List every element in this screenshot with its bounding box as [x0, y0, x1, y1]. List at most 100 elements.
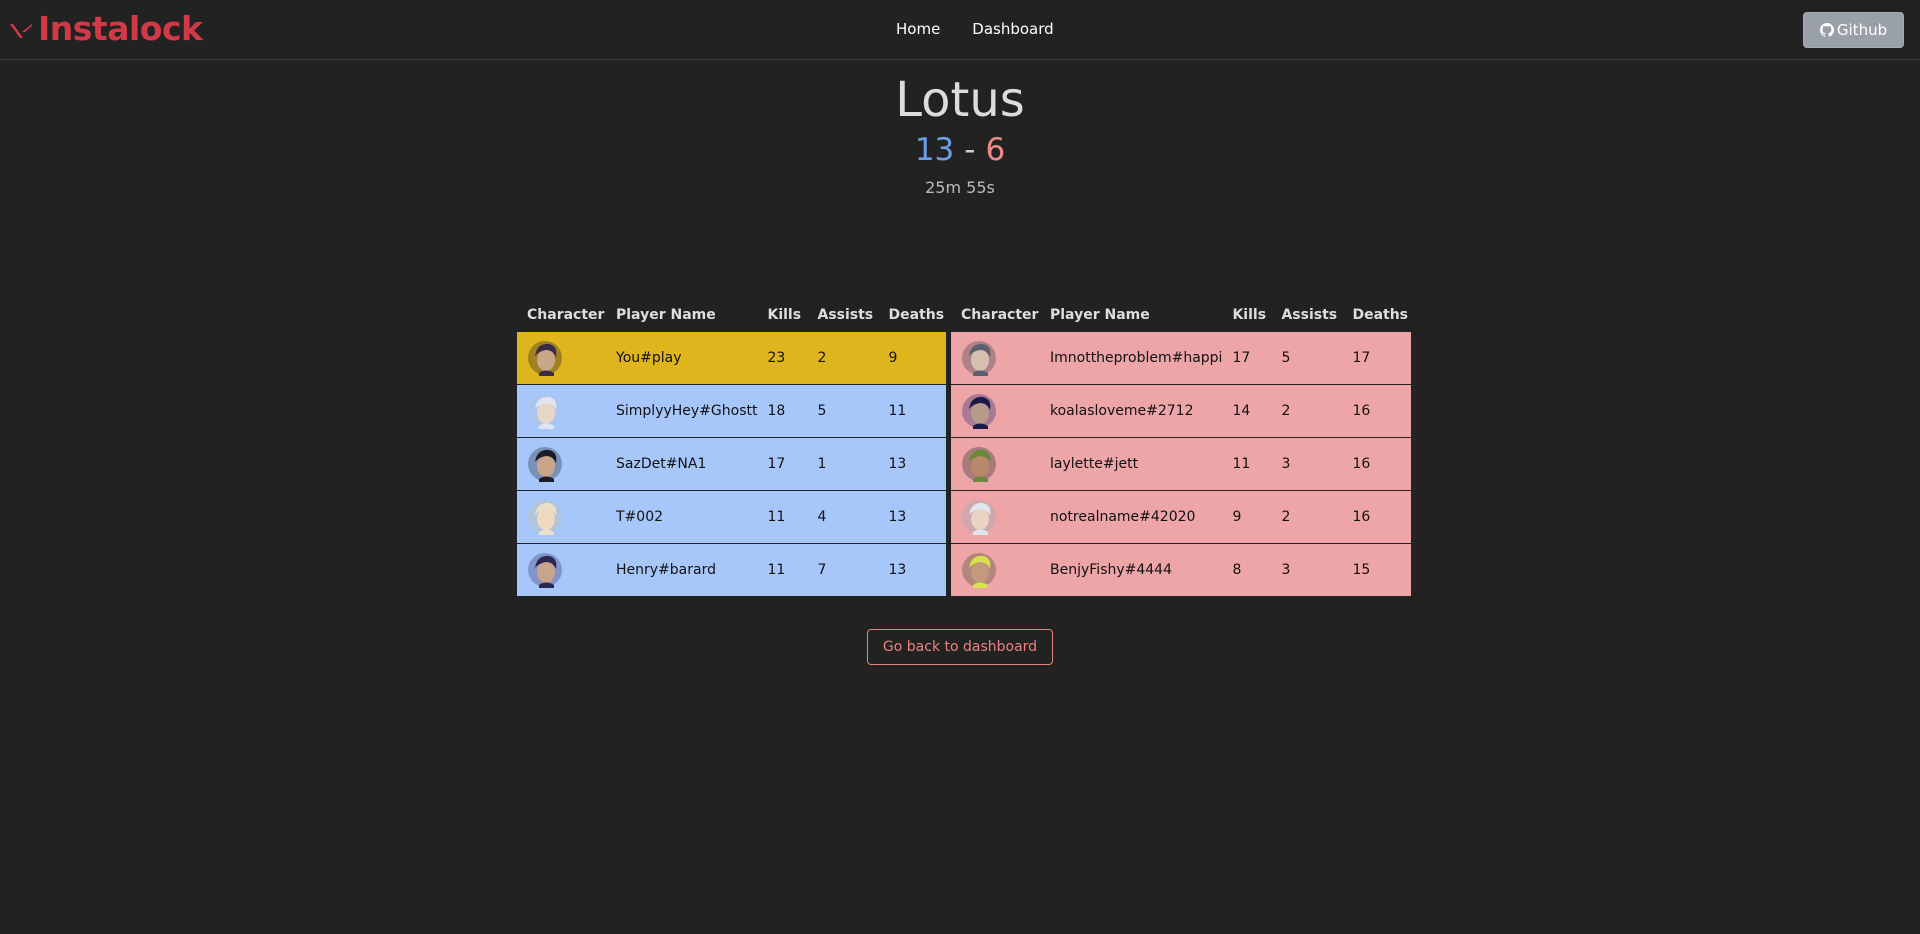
table-row: SazDet#NA1 17 1 13 — [517, 437, 947, 491]
table-row: BenjyFishy#4444 8 3 15 — [951, 543, 1412, 597]
player-name: SimplyyHey#Ghostt — [606, 384, 758, 438]
enemy-team-table: Character Player Name Kills Assists Deat… — [951, 298, 1412, 597]
table-row: SimplyyHey#Ghostt 18 5 11 — [517, 384, 947, 438]
match-score: 13-6 — [0, 132, 1920, 168]
navbar: Instalock Home Dashboard Github — [0, 0, 1920, 60]
agent-portrait-icon — [528, 500, 562, 535]
column-header-assists: Assists — [817, 307, 874, 323]
assists-value: 7 — [807, 543, 879, 597]
assists-value: 5 — [1271, 332, 1343, 385]
table-row: notrealname#42020 9 2 16 — [951, 490, 1412, 544]
column-header-assists: Assists — [1281, 307, 1338, 323]
valorant-icon — [10, 24, 32, 38]
table-row: laylette#jett 11 3 16 — [951, 437, 1412, 491]
column-header-player-name: Player Name — [1050, 307, 1150, 323]
character-cell — [951, 384, 1040, 438]
character-cell — [951, 490, 1040, 544]
kills-value: 11 — [757, 490, 808, 544]
assists-value: 2 — [807, 332, 879, 385]
character-cell — [951, 437, 1040, 491]
back-to-dashboard-button[interactable]: Go back to dashboard — [867, 629, 1053, 665]
table-row: Imnottheproblem#happi 17 5 17 — [951, 332, 1412, 385]
column-header-deaths: Deaths — [1352, 307, 1409, 323]
nav-dashboard-link[interactable]: Dashboard — [972, 20, 1053, 38]
deaths-value: 16 — [1342, 384, 1412, 438]
assists-value: 3 — [1271, 437, 1343, 491]
kills-value: 17 — [1222, 332, 1272, 385]
character-cell — [517, 332, 606, 385]
player-name: Imnottheproblem#happi — [1040, 332, 1223, 385]
agent-portrait-icon — [962, 341, 996, 376]
deaths-value: 13 — [878, 543, 947, 597]
score-separator: - — [964, 132, 976, 168]
enemy-score: 6 — [985, 132, 1006, 168]
column-header-deaths: Deaths — [888, 307, 945, 323]
deaths-value: 13 — [878, 437, 947, 491]
table-row-self: You#play 23 2 9 — [517, 332, 947, 385]
kills-value: 17 — [757, 437, 808, 491]
agent-portrait-icon — [528, 447, 562, 482]
match-duration: 25m 55s — [925, 178, 995, 197]
kills-value: 11 — [1222, 437, 1272, 491]
player-name: You#play — [606, 332, 758, 385]
player-name: notrealname#42020 — [1040, 490, 1223, 544]
deaths-value: 13 — [878, 490, 947, 544]
nav-home-link[interactable]: Home — [896, 20, 940, 38]
deaths-value: 16 — [1342, 437, 1412, 491]
assists-value: 5 — [807, 384, 879, 438]
kills-value: 18 — [757, 384, 808, 438]
player-name: SazDet#NA1 — [606, 437, 758, 491]
player-name: laylette#jett — [1040, 437, 1223, 491]
kills-value: 11 — [757, 543, 808, 597]
agent-portrait-icon — [962, 500, 996, 535]
deaths-value: 11 — [878, 384, 947, 438]
column-header-player-name: Player Name — [616, 307, 716, 323]
deaths-value: 17 — [1342, 332, 1412, 385]
assists-value: 3 — [1271, 543, 1343, 597]
agent-portrait-icon — [528, 553, 562, 588]
deaths-value: 15 — [1342, 543, 1412, 597]
github-icon — [1819, 23, 1834, 37]
assists-value: 1 — [807, 437, 879, 491]
character-cell — [517, 490, 606, 544]
column-header-character: Character — [961, 307, 1039, 323]
agent-portrait-icon — [962, 447, 996, 482]
player-name: BenjyFishy#4444 — [1040, 543, 1223, 597]
table-header: Character Player Name Kills Assists Deat… — [951, 298, 1411, 332]
column-header-kills: Kills — [767, 307, 802, 323]
kills-value: 9 — [1222, 490, 1272, 544]
player-name: Henry#barard — [606, 543, 758, 597]
table-row: Henry#barard 11 7 13 — [517, 543, 947, 597]
ally-score: 13 — [914, 132, 955, 168]
deaths-value: 9 — [878, 332, 947, 385]
kills-value: 23 — [757, 332, 808, 385]
map-title: Lotus — [895, 72, 1025, 128]
github-label: Github — [1836, 21, 1888, 39]
github-button[interactable]: Github — [1803, 12, 1904, 48]
player-name: koalasloveme#2712 — [1040, 384, 1223, 438]
kills-value: 8 — [1222, 543, 1272, 597]
deaths-value: 16 — [1342, 490, 1412, 544]
character-cell — [517, 543, 606, 597]
character-cell — [517, 437, 606, 491]
table-header: Character Player Name Kills Assists Deat… — [517, 298, 946, 332]
player-name: T#002 — [606, 490, 758, 544]
agent-portrait-icon — [528, 341, 562, 376]
column-header-character: Character — [527, 307, 605, 323]
table-row: koalasloveme#2712 14 2 16 — [951, 384, 1412, 438]
assists-value: 2 — [1271, 384, 1343, 438]
table-row: T#002 11 4 13 — [517, 490, 947, 544]
agent-portrait-icon — [962, 553, 996, 588]
character-cell — [951, 332, 1040, 385]
brand-logo[interactable]: Instalock — [9, 9, 203, 48]
assists-value: 4 — [807, 490, 879, 544]
character-cell — [517, 384, 606, 438]
assists-value: 2 — [1271, 490, 1343, 544]
ally-team-table: Character Player Name Kills Assists Deat… — [517, 298, 947, 597]
agent-portrait-icon — [528, 394, 562, 429]
character-cell — [951, 543, 1040, 597]
column-header-kills: Kills — [1232, 307, 1267, 323]
nav-links: Home Dashboard — [896, 20, 1086, 38]
kills-value: 14 — [1222, 384, 1272, 438]
agent-portrait-icon — [962, 394, 996, 429]
